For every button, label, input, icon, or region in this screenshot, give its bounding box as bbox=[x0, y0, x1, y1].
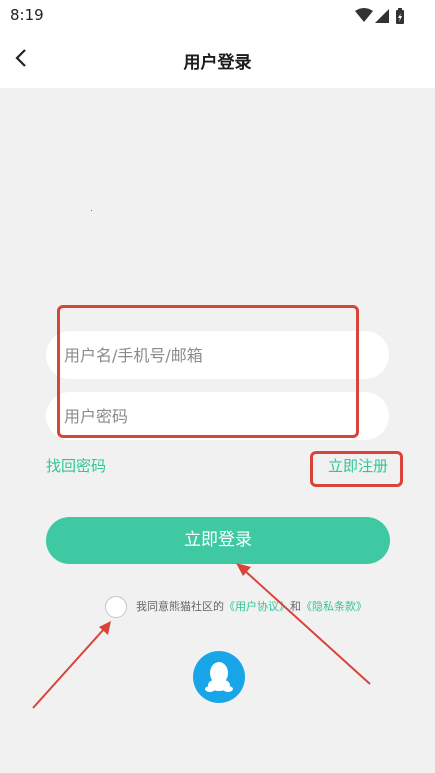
status-icons bbox=[355, 7, 409, 25]
password-input[interactable] bbox=[46, 392, 389, 440]
register-link[interactable]: 立即注册 bbox=[328, 455, 388, 476]
qq-login-button[interactable] bbox=[193, 651, 245, 703]
page-title: 用户登录 bbox=[183, 53, 252, 73]
status-bar: 8:19 bbox=[0, 0, 435, 32]
username-input[interactable] bbox=[46, 331, 389, 379]
agreement-checkbox[interactable] bbox=[105, 596, 127, 618]
wifi-icon bbox=[355, 8, 373, 22]
app-header: 用户登录 bbox=[0, 32, 435, 88]
annotation-arrow-checkbox bbox=[32, 621, 111, 709]
battery-icon bbox=[396, 8, 404, 24]
qq-penguin-icon bbox=[205, 662, 233, 692]
annotation-arrow-login bbox=[236, 563, 371, 685]
forgot-password-link[interactable]: 找回密码 bbox=[46, 455, 106, 476]
agreement-conjunction: 和 bbox=[290, 600, 301, 613]
user-agreement-link[interactable]: 《用户协议》 bbox=[224, 600, 290, 613]
privacy-policy-link[interactable]: 《隐私条款》 bbox=[301, 600, 367, 613]
decorative-dot bbox=[91, 210, 92, 211]
agreement-text: 我同意熊猫社区的《用户协议》和《隐私条款》 bbox=[136, 598, 367, 614]
agreement-prefix: 我同意熊猫社区的 bbox=[136, 600, 224, 613]
signal-icon bbox=[375, 9, 389, 23]
status-time: 8:19 bbox=[10, 6, 44, 24]
login-button[interactable]: 立即登录 bbox=[46, 517, 390, 564]
